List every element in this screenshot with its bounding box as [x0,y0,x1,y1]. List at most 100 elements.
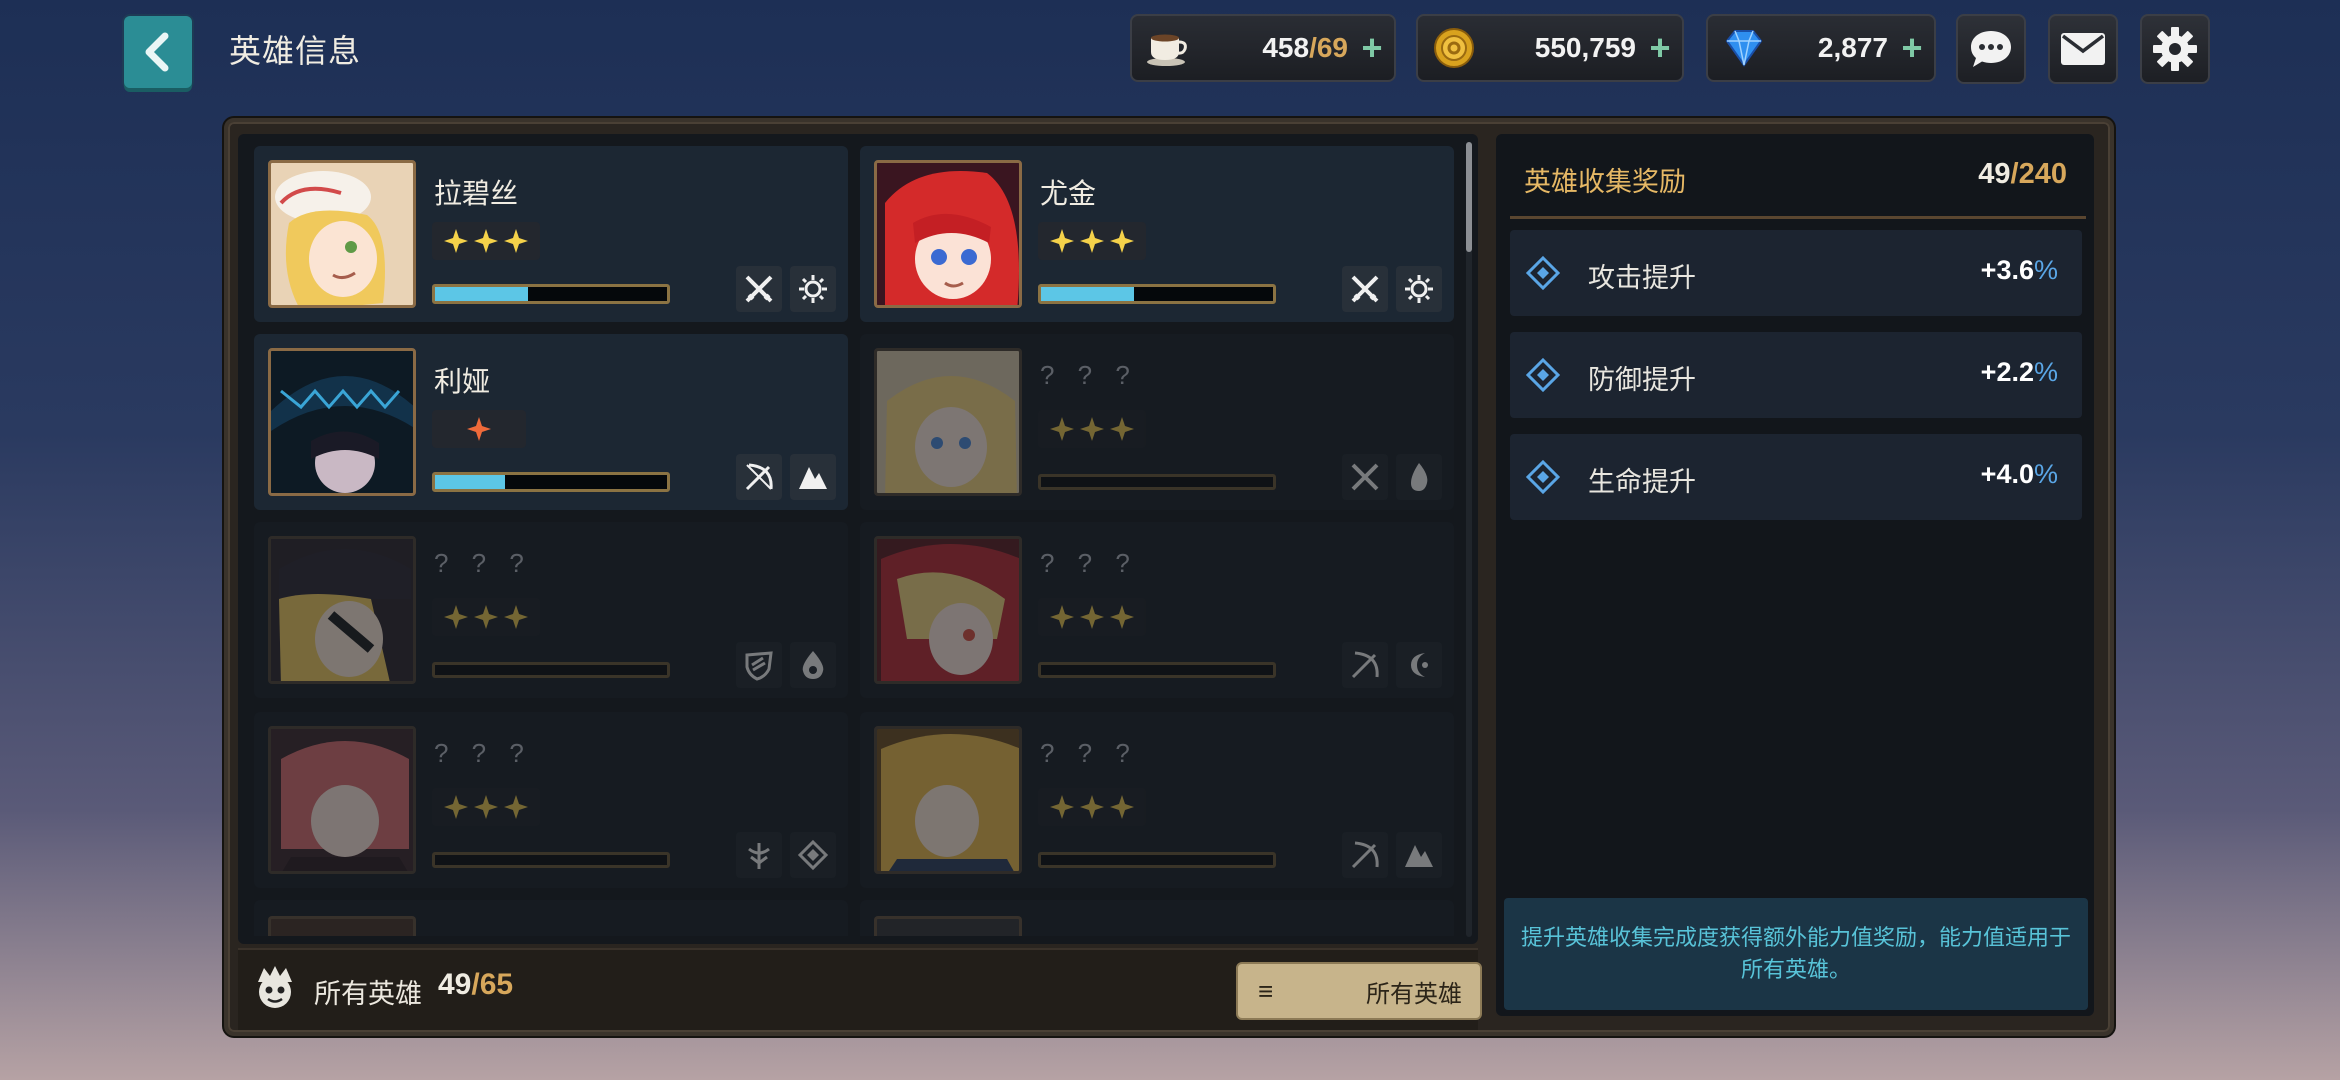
bonus-label: 生命提升 [1588,467,1696,497]
crossed-swords-icon [1342,266,1388,312]
diamond-icon [1526,256,1560,290]
exp-bar [432,472,670,492]
hero-count-value: 49 [438,968,472,1001]
page-title: 英雄信息 [229,33,362,69]
filter-label: 所有英雄 [1366,980,1462,1008]
add-stamina-button[interactable]: + [1356,30,1388,66]
stamina-cap: /69 [1309,32,1348,63]
exp-bar [432,852,670,868]
star-icon [1110,417,1134,441]
hero-card-locked[interactable]: ? ? ? [860,712,1454,888]
hero-card[interactable]: 利娅 [254,334,848,510]
stamina-counter[interactable]: 458/69 + [1130,14,1396,82]
gold-value: 550,759 [1534,32,1636,63]
hero-card-locked[interactable] [860,900,1454,936]
hero-name: 拉碧丝 [434,178,519,209]
star-rating [1038,788,1146,826]
star-icon [474,795,498,819]
bonus-value: +2.2 [1980,357,2034,387]
bonus-label: 攻击提升 [1588,263,1696,293]
bow-icon [736,454,782,500]
hero-portrait [874,536,1022,684]
gold-coin-icon [1428,22,1480,74]
hero-portrait [874,160,1022,308]
star-icon [1080,795,1104,819]
exp-bar [1038,662,1276,678]
hero-card-locked[interactable]: ? ? ? [860,522,1454,698]
star-rating [1038,410,1146,448]
bonus-value: +3.6 [1980,255,2034,285]
scrollbar-thumb[interactable] [1466,142,1472,252]
diamond-icon [1526,358,1560,392]
star-icon [504,229,528,253]
bonus-row-hp: 生命提升 +4.0% [1510,434,2082,520]
hero-count: 49/65 [438,968,513,1002]
flame-icon [1396,454,1442,500]
bonus-row-attack: 攻击提升 +3.6% [1510,230,2082,316]
star-rating [432,410,526,448]
hero-name: ? ? ? [434,738,532,768]
hero-portrait [268,160,416,308]
mail-button[interactable] [2048,14,2118,84]
hero-card-locked[interactable]: ? ? ? [860,334,1454,510]
settings-button[interactable] [2140,14,2210,84]
hero-card[interactable]: 拉碧丝 [254,146,848,322]
star-icon [444,229,468,253]
shield-icon [736,642,782,688]
star-icon [1050,229,1074,253]
collection-count: 49/240 [1978,158,2067,191]
hero-count-total: /65 [471,968,514,1001]
star-icon [444,605,468,629]
chevron-left-icon [145,32,169,72]
hero-name: ? ? ? [434,548,532,578]
coffee-cup-icon [1142,22,1194,74]
star-icon [1080,417,1104,441]
bow-icon [1342,832,1388,878]
hero-card-locked[interactable] [254,900,848,936]
hero-name: ? ? ? [1040,548,1138,578]
gold-counter[interactable]: 550,759 + [1416,14,1684,82]
hero-card[interactable]: 尤金 [860,146,1454,322]
sun-gear-icon [790,266,836,312]
bonus-value: +4.0 [1980,459,2034,489]
star-icon [1050,605,1074,629]
exp-bar [432,662,670,678]
staff-icon [736,832,782,878]
add-gems-button[interactable]: + [1896,30,1928,66]
add-gold-button[interactable]: + [1644,30,1676,66]
hero-portrait [268,916,416,936]
hero-filter-button[interactable]: ≡ 所有英雄 [1236,962,1482,1020]
menu-icon: ≡ [1258,975,1274,1006]
percent-sign: % [2033,357,2058,387]
exp-bar [1038,852,1276,868]
hero-card-locked[interactable]: ? ? ? [254,522,848,698]
scrollbar-track[interactable] [1466,142,1472,937]
gem-counter[interactable]: 2,877 + [1706,14,1936,82]
star-icon [474,229,498,253]
envelope-icon [2061,33,2105,65]
moon-icon [1396,642,1442,688]
star-icon [1110,229,1134,253]
water-drop-icon [790,642,836,688]
star-icon [474,605,498,629]
hero-portrait [268,726,416,874]
star-icon [1050,795,1074,819]
bonus-label: 防御提升 [1588,365,1696,395]
gear-icon [2153,27,2197,71]
percent-sign: % [2033,459,2058,489]
bow-icon [1342,642,1388,688]
hero-card-locked[interactable]: ? ? ? [254,712,848,888]
star-icon [504,795,528,819]
star-rating [432,788,540,826]
crossed-swords-icon [1342,454,1388,500]
hero-portrait [874,916,1022,936]
crossed-swords-icon [736,266,782,312]
collection-note: 提升英雄收集完成度获得额外能力值奖励，能力值适用于所有英雄。 [1504,898,2088,1010]
exp-bar [1038,284,1276,304]
hero-portrait [874,348,1022,496]
stamina-value: 458 [1262,32,1310,63]
star-rating [432,222,540,260]
chat-button[interactable] [1956,14,2026,84]
blue-gem-icon [1718,22,1770,74]
back-button[interactable] [124,16,192,88]
